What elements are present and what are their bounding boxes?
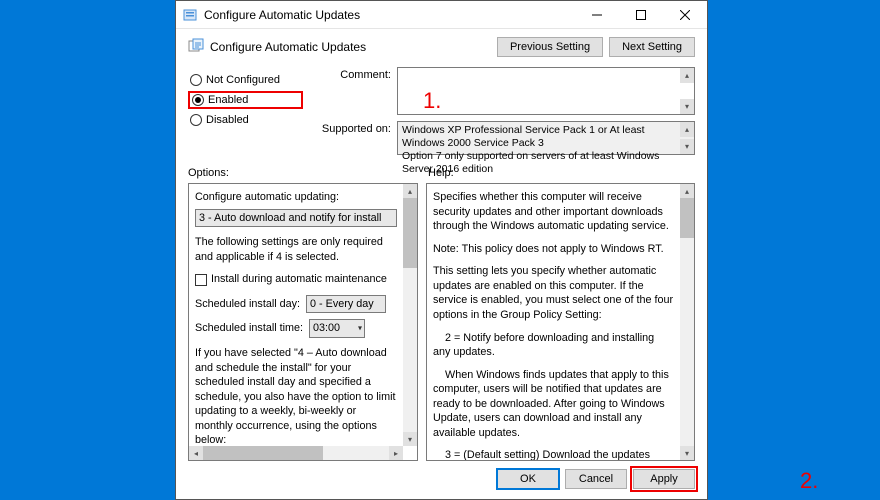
- supported-row: Supported on: Windows XP Professional Se…: [313, 121, 695, 155]
- scroll-down-icon[interactable]: ▾: [680, 446, 694, 460]
- radio-label: Enabled: [208, 94, 248, 106]
- options-pane: Configure automatic updating: 3 - Auto d…: [188, 183, 418, 461]
- scroll-left-icon[interactable]: ◂: [189, 446, 203, 460]
- checkbox-icon: [195, 274, 207, 286]
- limit-text: If you have selected "4 – Auto download …: [195, 346, 397, 446]
- dialog-window: Configure Automatic Updates Configure: [175, 0, 708, 500]
- supported-text: Windows XP Professional Service Pack 1 o…: [397, 121, 695, 155]
- scroll-down-icon[interactable]: ▾: [403, 432, 417, 446]
- config-row: Not Configured Enabled Disabled Comment:…: [176, 67, 707, 161]
- apply-button[interactable]: Apply: [633, 469, 695, 489]
- supported-label: Supported on:: [313, 121, 391, 135]
- policy-title-row: Configure Automatic Updates: [188, 38, 366, 57]
- options-vscroll[interactable]: ▴ ▾: [403, 184, 417, 446]
- scroll-down-icon[interactable]: ▾: [680, 99, 694, 114]
- header-row: Configure Automatic Updates Previous Set…: [176, 29, 707, 67]
- day-label: Scheduled install day:: [195, 297, 300, 312]
- install-maintenance-checkbox[interactable]: Install during automatic maintenance: [195, 272, 387, 287]
- configure-label: Configure automatic updating:: [195, 190, 397, 205]
- day-select[interactable]: 0 - Every day: [306, 295, 386, 314]
- help-p: 2 = Notify before downloading and instal…: [433, 331, 674, 360]
- policy-icon: [188, 38, 204, 57]
- previous-setting-button[interactable]: Previous Setting: [497, 37, 603, 57]
- configure-select[interactable]: 3 - Auto download and notify for install: [195, 209, 397, 228]
- scroll-up-icon[interactable]: ▴: [403, 184, 417, 198]
- radio-icon: [190, 74, 202, 86]
- options-hscroll[interactable]: ◂ ▸: [189, 446, 403, 460]
- next-setting-button[interactable]: Next Setting: [609, 37, 695, 57]
- window-controls: [575, 1, 707, 29]
- radio-icon: [190, 114, 202, 126]
- comment-input[interactable]: ▴ ▾: [397, 67, 695, 115]
- help-vscroll[interactable]: ▴ ▾: [680, 184, 694, 460]
- radio-icon: [192, 94, 204, 106]
- nav-buttons: Previous Setting Next Setting: [497, 37, 695, 57]
- help-p: 3 = (Default setting) Download the updat…: [433, 448, 674, 460]
- comment-row: Comment: ▴ ▾: [313, 67, 695, 115]
- close-button[interactable]: [663, 1, 707, 29]
- cancel-button[interactable]: Cancel: [565, 469, 627, 489]
- time-select[interactable]: 03:00 ▾: [309, 319, 365, 338]
- radio-not-configured[interactable]: Not Configured: [188, 73, 303, 87]
- radio-label: Disabled: [206, 114, 249, 126]
- scroll-right-icon[interactable]: ▸: [389, 446, 403, 460]
- checkbox-label: Install during automatic maintenance: [211, 272, 387, 287]
- panes: Configure automatic updating: 3 - Auto d…: [176, 183, 707, 461]
- ok-button[interactable]: OK: [497, 469, 559, 489]
- help-p: Specifies whether this computer will rec…: [433, 190, 674, 234]
- window-title: Configure Automatic Updates: [204, 8, 360, 22]
- scroll-thumb[interactable]: [403, 198, 417, 268]
- scroll-up-icon[interactable]: ▴: [680, 122, 694, 137]
- help-pane: Specifies whether this computer will rec…: [426, 183, 695, 461]
- scroll-up-icon[interactable]: ▴: [680, 184, 694, 198]
- scroll-thumb[interactable]: [680, 198, 694, 238]
- help-p: This setting lets you specify whether au…: [433, 264, 674, 322]
- radio-disabled[interactable]: Disabled: [188, 113, 303, 127]
- policy-icon: [182, 7, 198, 23]
- fields: Comment: ▴ ▾ Supported on: Windows XP Pr…: [313, 67, 695, 155]
- dialog-footer: OK Cancel Apply: [176, 461, 707, 499]
- state-radios: Not Configured Enabled Disabled: [188, 67, 303, 155]
- scroll-thumb[interactable]: [203, 446, 323, 460]
- select-value: 03:00: [313, 321, 340, 336]
- titlebar: Configure Automatic Updates: [176, 1, 707, 29]
- time-label: Scheduled install time:: [195, 321, 303, 336]
- radio-enabled[interactable]: Enabled: [188, 91, 303, 109]
- comment-label: Comment:: [313, 67, 391, 81]
- minimize-button[interactable]: [575, 1, 619, 29]
- scroll-up-icon[interactable]: ▴: [680, 68, 694, 83]
- maximize-button[interactable]: [619, 1, 663, 29]
- following-text: The following settings are only required…: [195, 235, 397, 264]
- options-label: Options:: [188, 167, 418, 179]
- help-p: When Windows finds updates that apply to…: [433, 368, 674, 441]
- scroll-down-icon[interactable]: ▾: [680, 139, 694, 154]
- options-content: Configure automatic updating: 3 - Auto d…: [189, 184, 403, 446]
- select-value: 0 - Every day: [310, 297, 374, 312]
- radio-label: Not Configured: [206, 74, 280, 86]
- help-p: Note: This policy does not apply to Wind…: [433, 242, 674, 257]
- annotation-2: 2.: [800, 468, 818, 494]
- chevron-down-icon: ▾: [358, 323, 362, 334]
- help-content: Specifies whether this computer will rec…: [427, 184, 680, 460]
- policy-title: Configure Automatic Updates: [210, 40, 366, 54]
- select-value: 3 - Auto download and notify for install: [199, 211, 381, 226]
